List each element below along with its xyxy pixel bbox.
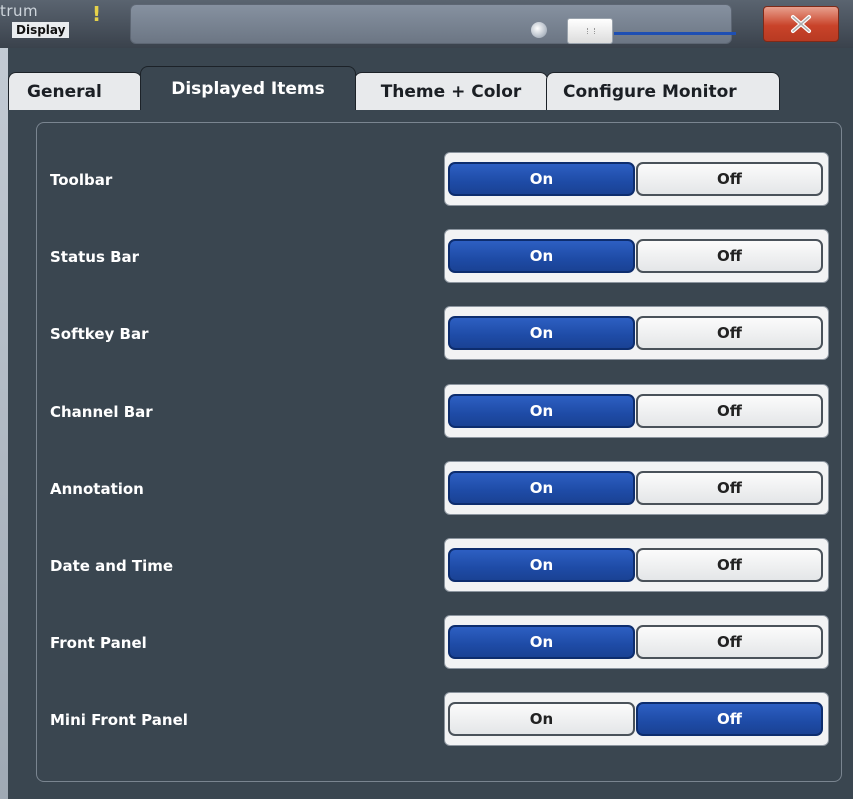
setting-label: Softkey Bar bbox=[50, 325, 149, 343]
setting-row: Toolbar On Off bbox=[36, 152, 842, 208]
tab-label: Configure Monitor bbox=[563, 81, 737, 102]
setting-row: Date and Time On Off bbox=[36, 538, 842, 594]
tab-configure-monitor[interactable]: Configure Monitor bbox=[546, 72, 780, 110]
on-off-toggle: On Off bbox=[444, 461, 829, 515]
close-button[interactable] bbox=[763, 6, 839, 42]
tab-theme-color[interactable]: Theme + Color bbox=[354, 72, 548, 110]
off-button[interactable]: Off bbox=[636, 625, 823, 659]
title-panel bbox=[130, 4, 732, 44]
slider-grip-icon bbox=[587, 28, 595, 34]
setting-label: Toolbar bbox=[50, 171, 113, 189]
setting-label: Date and Time bbox=[50, 557, 174, 575]
on-off-toggle: On Off bbox=[444, 306, 829, 360]
items-frame bbox=[36, 122, 842, 782]
on-button[interactable]: On bbox=[448, 471, 635, 505]
setting-row: Softkey Bar On Off bbox=[36, 306, 842, 362]
tab-label: General bbox=[27, 81, 102, 102]
off-button[interactable]: Off bbox=[636, 316, 823, 350]
off-button[interactable]: Off bbox=[636, 471, 823, 505]
tab-displayed-items[interactable]: Displayed Items bbox=[140, 66, 356, 110]
off-button[interactable]: Off bbox=[636, 548, 823, 582]
background-app-title: trum bbox=[0, 2, 39, 20]
transparency-slider-thumb[interactable] bbox=[567, 18, 613, 44]
setting-label: Front Panel bbox=[50, 634, 147, 652]
on-button[interactable]: On bbox=[448, 394, 635, 428]
setting-row: Front Panel On Off bbox=[36, 615, 842, 671]
setting-row: Annotation On Off bbox=[36, 461, 842, 517]
transparency-icon bbox=[531, 22, 547, 38]
on-off-toggle: On Off bbox=[444, 692, 829, 746]
dialog-title: Display bbox=[12, 22, 70, 38]
on-off-toggle: On Off bbox=[444, 384, 829, 438]
on-button[interactable]: On bbox=[448, 702, 635, 736]
setting-label: Status Bar bbox=[50, 248, 140, 266]
setting-label: Annotation bbox=[50, 480, 144, 498]
tab-label: Theme + Color bbox=[380, 81, 522, 102]
tab-bar: General Displayed Items Theme + Color Co… bbox=[8, 66, 780, 110]
tab-label: Displayed Items bbox=[171, 78, 325, 99]
screen: trum ! Display General Displayed Items T… bbox=[0, 0, 853, 799]
off-button[interactable]: Off bbox=[636, 702, 823, 736]
off-button[interactable]: Off bbox=[636, 239, 823, 273]
setting-label: Mini Front Panel bbox=[50, 711, 188, 729]
close-icon bbox=[791, 15, 811, 33]
on-button[interactable]: On bbox=[448, 548, 635, 582]
off-button[interactable]: Off bbox=[636, 162, 823, 196]
on-button[interactable]: On bbox=[448, 239, 635, 273]
transparency-slider-track[interactable] bbox=[614, 32, 736, 35]
on-off-toggle: On Off bbox=[444, 538, 829, 592]
warning-icon: ! bbox=[92, 2, 102, 26]
on-off-toggle: On Off bbox=[444, 229, 829, 283]
on-button[interactable]: On bbox=[448, 162, 635, 196]
setting-row: Status Bar On Off bbox=[36, 229, 842, 285]
setting-row: Channel Bar On Off bbox=[36, 384, 842, 440]
on-button[interactable]: On bbox=[448, 316, 635, 350]
on-off-toggle: On Off bbox=[444, 615, 829, 669]
setting-row: Mini Front Panel On Off bbox=[36, 692, 842, 748]
on-button[interactable]: On bbox=[448, 625, 635, 659]
off-button[interactable]: Off bbox=[636, 394, 823, 428]
tab-general[interactable]: General bbox=[8, 72, 142, 110]
on-off-toggle: On Off bbox=[444, 152, 829, 206]
setting-label: Channel Bar bbox=[50, 403, 153, 421]
